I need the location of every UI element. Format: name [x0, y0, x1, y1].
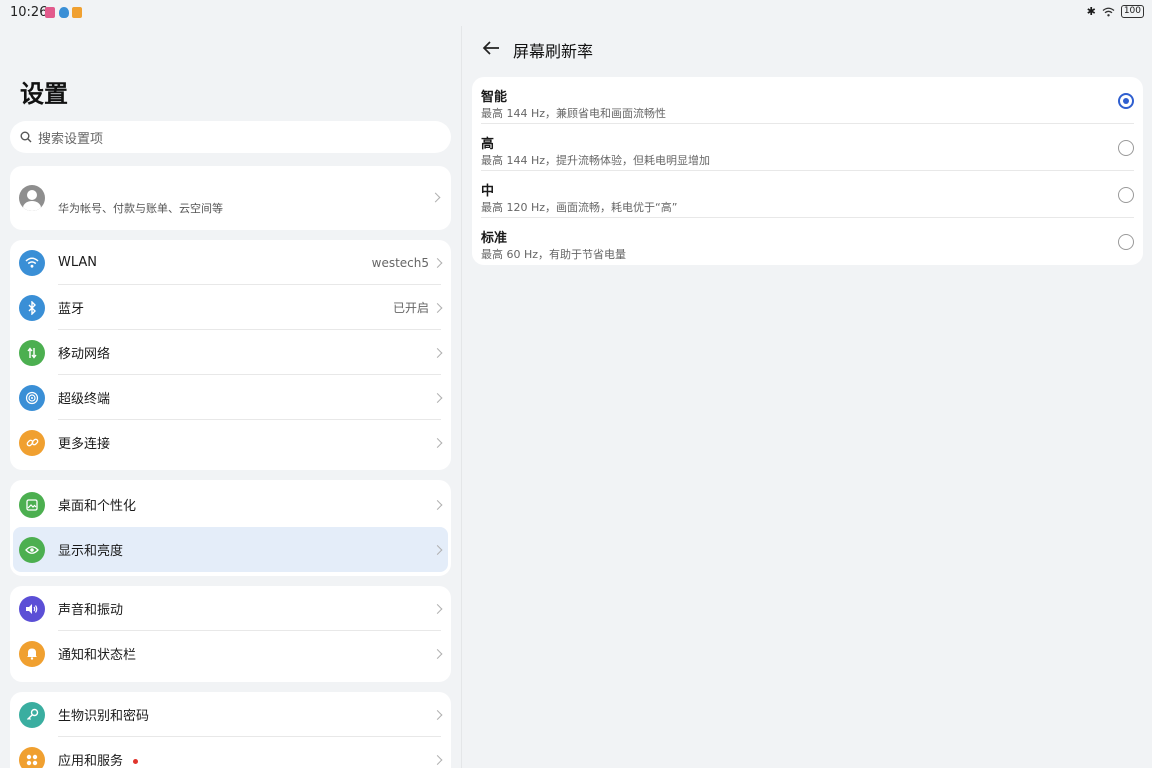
super-device-icon [19, 384, 45, 411]
notifications-label: 通知和状态栏 [58, 648, 137, 663]
account-subtitle: 华为帐号、付款与账单、云空间等 [58, 202, 223, 215]
sound-notification-group: 声音和振动 通知和状态栏 [10, 586, 451, 682]
page-title: 屏幕刷新率 [513, 42, 594, 61]
wlan-label: WLAN [58, 255, 98, 270]
biometrics-label: 生物识别和密码 [58, 709, 150, 724]
notification-app-icon [72, 7, 82, 18]
option-title: 智能 [481, 90, 508, 105]
bluetooth-icon [19, 294, 45, 321]
option-medium[interactable]: 中 最高 120 Hz，画面流畅，耗电优于“高” [472, 171, 1143, 218]
avatar [19, 185, 45, 211]
radio-button[interactable] [1118, 140, 1134, 156]
chevron-right-icon [432, 499, 443, 510]
apps-services-item[interactable]: 应用和服务 [10, 737, 451, 768]
wifi-icon [19, 249, 45, 276]
search-icon [20, 131, 32, 143]
super-device-item[interactable]: 超级终端 [10, 375, 451, 420]
search-placeholder: 搜索设置项 [38, 131, 104, 147]
wlan-value: westech5 [371, 255, 429, 270]
mobile-network-item[interactable]: 移动网络 [10, 330, 451, 375]
apps-icon [19, 746, 45, 768]
bluetooth-icon: ✱ [1086, 5, 1096, 18]
chevron-right-icon [432, 754, 443, 765]
display-group: 桌面和个性化 显示和亮度 [10, 480, 451, 576]
apps-services-label: 应用和服务 [58, 754, 124, 768]
mobile-network-label: 移动网络 [58, 347, 111, 362]
search-input[interactable]: 搜索设置项 [10, 121, 451, 153]
refresh-rate-pane: 屏幕刷新率 智能 最高 144 Hz，兼顾省电和画面流畅性 高 最高 144 H… [461, 26, 1152, 768]
chevron-right-icon [432, 603, 443, 614]
wifi-icon [1102, 7, 1115, 16]
display-brightness-item[interactable]: 显示和亮度 [13, 527, 448, 572]
bluetooth-value: 已开启 [392, 301, 429, 315]
status-time: 10:26 [10, 5, 48, 20]
battery-indicator: 100 [1120, 5, 1144, 18]
account-card[interactable]: 华为帐号、付款与账单、云空间等 [10, 166, 451, 230]
bell-icon [19, 640, 45, 667]
radio-button-selected[interactable] [1118, 93, 1134, 109]
home-screen-item[interactable]: 桌面和个性化 [10, 482, 451, 527]
radio-button[interactable] [1118, 234, 1134, 250]
option-title: 标准 [481, 231, 508, 246]
wlan-item[interactable]: WLAN westech5 [10, 240, 451, 285]
more-connections-label: 更多连接 [58, 437, 111, 452]
option-description: 最高 60 Hz，有助于节省电量 [481, 248, 627, 261]
option-description: 最高 120 Hz，画面流畅，耗电优于“高” [481, 201, 678, 214]
wallpaper-icon [19, 491, 45, 518]
badge-dot [133, 759, 139, 764]
radio-button[interactable] [1118, 187, 1134, 203]
eye-icon [19, 536, 45, 563]
bluetooth-label: 蓝牙 [58, 302, 85, 317]
option-title: 中 [481, 184, 495, 199]
chevron-right-icon [432, 437, 443, 448]
sound-vibration-item[interactable]: 声音和振动 [10, 586, 451, 631]
bluetooth-item[interactable]: 蓝牙 已开启 [10, 285, 451, 330]
option-title: 高 [481, 137, 495, 152]
home-screen-label: 桌面和个性化 [58, 499, 137, 514]
chevron-right-icon [432, 544, 443, 555]
speaker-icon [19, 595, 45, 622]
link-icon [19, 429, 45, 456]
page-title: 设置 [20, 80, 68, 108]
key-icon [19, 701, 45, 728]
sound-vibration-label: 声音和振动 [58, 603, 124, 618]
settings-list-pane: 设置 搜索设置项 华为帐号、付款与账单、云空间等 WLAN westech5 蓝… [0, 26, 460, 768]
refresh-rate-options: 智能 最高 144 Hz，兼顾省电和画面流畅性 高 最高 144 Hz，提升流畅… [472, 77, 1143, 265]
connectivity-group: WLAN westech5 蓝牙 已开启 移动网络 超级终端 更多连接 [10, 240, 451, 470]
chevron-right-icon [432, 392, 443, 403]
option-description: 最高 144 Hz，提升流畅体验，但耗电明显增加 [481, 154, 711, 167]
chevron-right-icon [432, 302, 443, 313]
shield-icon [59, 7, 69, 18]
option-high[interactable]: 高 最高 144 Hz，提升流畅体验，但耗电明显增加 [472, 124, 1143, 171]
option-smart[interactable]: 智能 最高 144 Hz，兼顾省电和画面流畅性 [472, 77, 1143, 124]
option-standard[interactable]: 标准 最高 60 Hz，有助于节省电量 [472, 218, 1143, 265]
more-connections-item[interactable]: 更多连接 [10, 420, 451, 465]
display-brightness-label: 显示和亮度 [58, 544, 124, 559]
chevron-right-icon [432, 648, 443, 659]
super-device-label: 超级终端 [58, 392, 111, 407]
option-description: 最高 144 Hz，兼顾省电和画面流畅性 [481, 107, 667, 120]
biometrics-item[interactable]: 生物识别和密码 [10, 692, 451, 737]
notification-app-icon [45, 7, 55, 18]
chevron-right-icon [430, 192, 441, 203]
notifications-item[interactable]: 通知和状态栏 [10, 631, 451, 676]
security-apps-group: 生物识别和密码 应用和服务 [10, 692, 451, 768]
chevron-right-icon [432, 347, 443, 358]
status-bar: 10:26 ✱ 100 [0, 0, 1152, 26]
back-arrow-icon[interactable] [482, 40, 500, 56]
chevron-right-icon [432, 257, 443, 268]
status-icons: ✱ 100 [1087, 5, 1144, 18]
apps-services-label-wrap: 应用和服务 [58, 750, 139, 768]
chevron-right-icon [432, 709, 443, 720]
mobile-data-icon [19, 339, 45, 366]
